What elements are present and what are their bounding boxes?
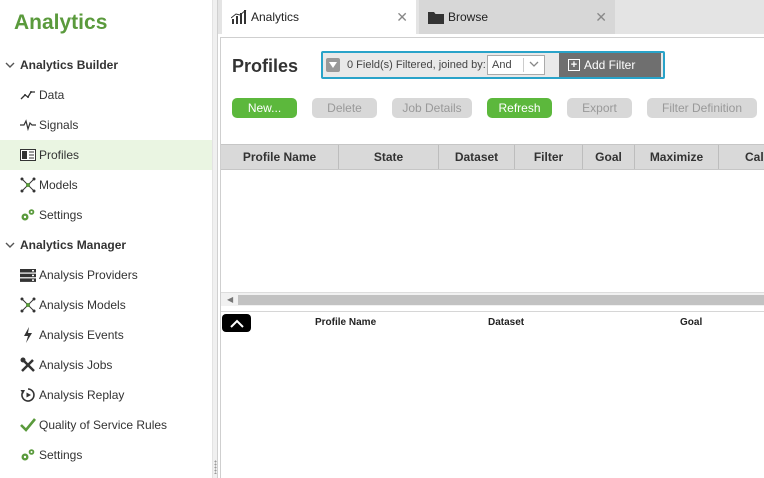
- triangle-down-icon: [329, 62, 337, 68]
- export-button[interactable]: Export: [567, 98, 632, 118]
- close-icon[interactable]: ✕: [396, 9, 408, 26]
- profile-card-icon: [20, 147, 36, 163]
- profiles-grid: Profile Name State Dataset Filter Goal M…: [221, 144, 764, 306]
- chevron-down-icon: [529, 57, 539, 74]
- replay-icon: [20, 387, 36, 403]
- column-header-dataset[interactable]: Dataset: [439, 145, 515, 169]
- sidebar-item-label: Analysis Jobs: [39, 358, 113, 372]
- sidebar-item-label: Analysis Providers: [39, 268, 138, 282]
- gears-icon: [20, 447, 36, 463]
- sidebar-item-label: Profiles: [39, 148, 80, 162]
- filter-toggle-button[interactable]: [326, 58, 340, 72]
- splitter-grip[interactable]: [214, 460, 217, 474]
- column-header-maximize[interactable]: Maximize: [635, 145, 719, 169]
- grid-header: Profile Name State Dataset Filter Goal M…: [221, 144, 764, 170]
- sidebar-item-profiles[interactable]: Profiles: [0, 140, 212, 170]
- group-analytics-manager[interactable]: Analytics Manager: [0, 230, 212, 260]
- tab-label: Analytics: [251, 10, 300, 24]
- sidebar-item-label: Signals: [39, 118, 79, 132]
- detail-divider: [221, 311, 764, 312]
- bar-chart-icon: [231, 10, 247, 24]
- sidebar-item-data[interactable]: Data: [0, 80, 212, 110]
- page-title: Profiles: [232, 56, 299, 76]
- sidebar-item-label: Analysis Replay: [39, 388, 125, 402]
- detail-header-dataset: Dataset: [488, 317, 525, 328]
- network-nodes-icon: [20, 177, 36, 193]
- tab-browse[interactable]: Browse ✕: [419, 0, 615, 34]
- column-header-profile-name[interactable]: Profile Name: [221, 145, 339, 169]
- scroll-left-icon[interactable]: ◀: [227, 295, 233, 304]
- add-filter-label: Add Filter: [584, 58, 636, 72]
- sidebar-item-builder-settings[interactable]: Settings: [0, 200, 212, 230]
- sidebar-item-label: Models: [39, 178, 78, 192]
- gears-icon: [20, 207, 36, 223]
- filter-bar: 0 Field(s) Filtered, joined by: And + Ad…: [321, 51, 665, 79]
- chevron-down-icon: [0, 242, 20, 249]
- group-analytics-builder[interactable]: Analytics Builder: [0, 50, 212, 80]
- tab-bar: Analytics ✕ Browse ✕: [218, 0, 764, 34]
- refresh-button[interactable]: Refresh: [487, 98, 552, 118]
- sidebar-item-label: Analysis Models: [39, 298, 126, 312]
- checkmark-icon: [20, 417, 36, 433]
- sidebar-item-signals[interactable]: Signals: [0, 110, 212, 140]
- lightning-icon: [20, 327, 36, 343]
- filter-status-text: 0 Field(s) Filtered, joined by:: [347, 59, 486, 71]
- sidebar-item-label: Settings: [39, 448, 83, 462]
- network-nodes-icon: [20, 297, 36, 313]
- group-label: Analytics Manager: [20, 238, 127, 252]
- close-icon[interactable]: ✕: [595, 9, 607, 26]
- new-button[interactable]: New...: [232, 98, 297, 118]
- join-operator-value: And: [492, 59, 512, 71]
- column-header-filter[interactable]: Filter: [515, 145, 583, 169]
- plus-icon: +: [568, 59, 580, 71]
- sidebar-item-manager-settings[interactable]: Settings: [0, 440, 212, 470]
- line-chart-icon: [20, 87, 36, 103]
- sidebar-item-analysis-replay[interactable]: Analysis Replay: [0, 380, 212, 410]
- server-icon: [20, 267, 36, 283]
- scrollbar-thumb[interactable]: [238, 295, 764, 305]
- add-filter-button[interactable]: + Add Filter: [559, 53, 661, 77]
- detail-header-goal: Goal: [680, 317, 703, 328]
- filter-definition-button[interactable]: Filter Definition: [647, 98, 757, 118]
- tools-icon: [20, 357, 36, 373]
- column-header-state[interactable]: State: [339, 145, 439, 169]
- sidebar-item-qos-rules[interactable]: Quality of Service Rules: [0, 410, 212, 440]
- sidebar-item-analysis-events[interactable]: Analysis Events: [0, 320, 212, 350]
- main-panel: Profiles 0 Field(s) Filtered, joined by:…: [220, 37, 764, 478]
- select-separator: [523, 58, 524, 72]
- chevron-up-icon: [229, 319, 244, 328]
- column-header-goal[interactable]: Goal: [583, 145, 635, 169]
- sidebar-item-label: Data: [39, 88, 65, 102]
- sidebar-item-label: Settings: [39, 208, 83, 222]
- sidebar-item-analysis-models[interactable]: Analysis Models: [0, 290, 212, 320]
- tab-label: Browse: [448, 10, 489, 24]
- sidebar-splitter[interactable]: [212, 0, 218, 478]
- sidebar-item-label: Quality of Service Rules: [39, 418, 168, 432]
- sidebar-item-models[interactable]: Models: [0, 170, 212, 200]
- sidebar: Analytics Analytics Builder Data Signals…: [0, 0, 212, 478]
- sidebar-item-label: Analysis Events: [39, 328, 124, 342]
- detail-header-profile-name: Profile Name: [315, 317, 377, 328]
- delete-button[interactable]: Delete: [312, 98, 377, 118]
- signal-wave-icon: [20, 117, 36, 133]
- horizontal-scrollbar[interactable]: ◀: [221, 292, 764, 306]
- sidebar-item-analysis-jobs[interactable]: Analysis Jobs: [0, 350, 212, 380]
- chevron-down-icon: [0, 62, 20, 69]
- collapse-detail-button[interactable]: [222, 314, 251, 332]
- tab-analytics[interactable]: Analytics ✕: [222, 0, 416, 34]
- app-title: Analytics: [14, 11, 108, 34]
- group-label: Analytics Builder: [20, 58, 119, 72]
- job-details-button[interactable]: Job Details: [392, 98, 472, 118]
- column-header-calc[interactable]: Calc: [719, 145, 764, 169]
- join-operator-select[interactable]: And: [487, 55, 545, 75]
- sidebar-item-analysis-providers[interactable]: Analysis Providers: [0, 260, 212, 290]
- folder-icon: [428, 11, 444, 24]
